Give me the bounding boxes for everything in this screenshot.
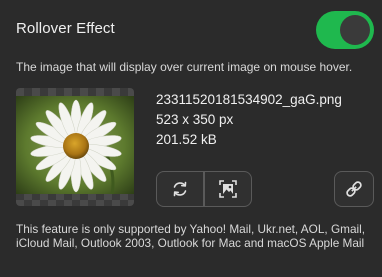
rollover-toggle[interactable] (316, 11, 374, 49)
file-info: 23311520181534902_gaG.png 523 x 350 px 2… (156, 90, 342, 150)
image-edit-icon (219, 180, 237, 198)
support-note: This feature is only supported by Yahoo!… (16, 222, 366, 250)
replace-icon (173, 181, 187, 197)
image-preview (16, 88, 134, 206)
replace-image-button[interactable] (156, 171, 204, 207)
section-description: The image that will display over current… (16, 60, 353, 74)
link-icon (346, 181, 362, 197)
file-name: 23311520181534902_gaG.png (156, 92, 342, 107)
rollover-effect-panel: Rollover Effect The image that will disp… (0, 0, 382, 277)
section-title: Rollover Effect (16, 20, 115, 37)
edit-image-button[interactable] (204, 171, 252, 207)
link-button[interactable] (334, 171, 374, 207)
toggle-knob (340, 15, 370, 45)
daisy-image (16, 96, 134, 195)
file-size: 201.52 kB (156, 132, 217, 147)
file-dimensions: 523 x 350 px (156, 112, 234, 127)
